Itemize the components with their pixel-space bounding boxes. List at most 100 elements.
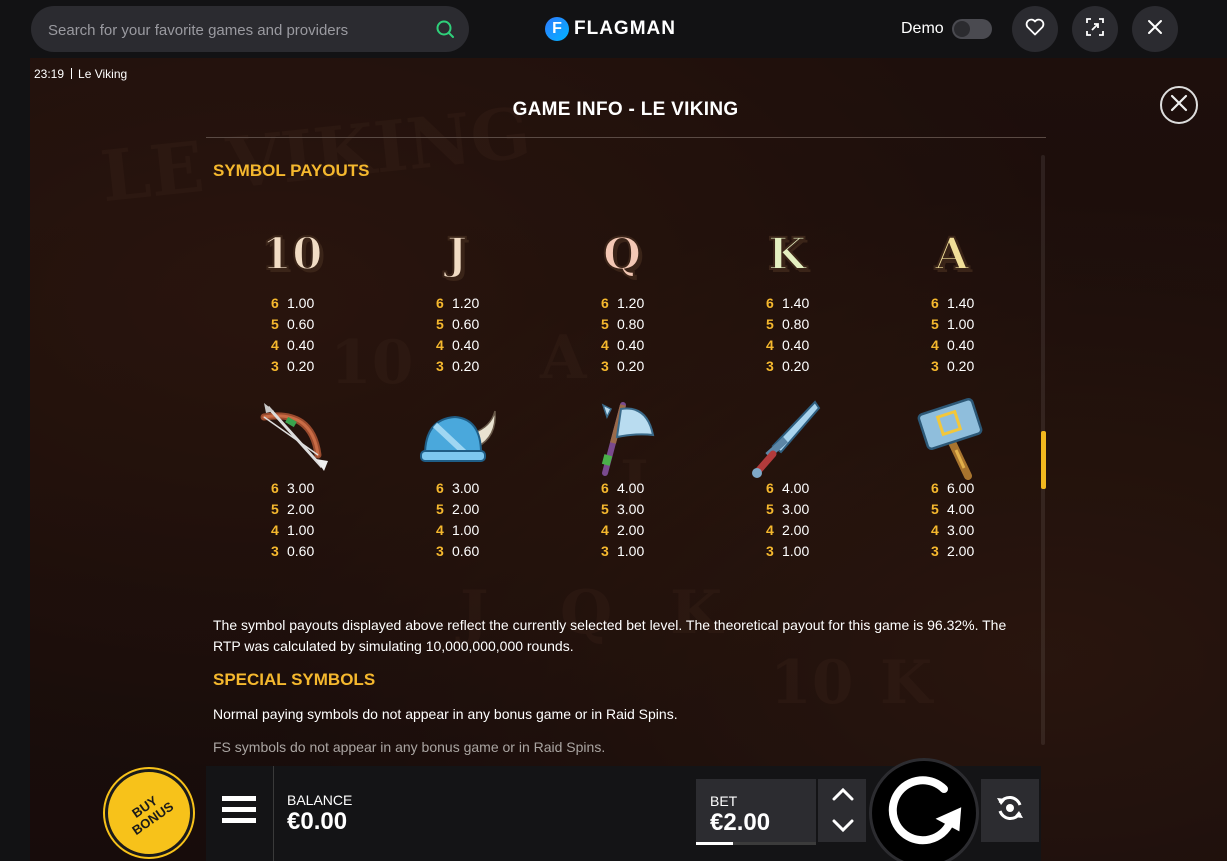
pay-value: 0.40 [452, 337, 480, 353]
pay-count: 3 [271, 543, 279, 559]
pay-row: 5 2.00 [271, 499, 314, 520]
pay-count: 4 [766, 337, 774, 353]
chevron-up-icon[interactable] [832, 787, 854, 806]
balance-value: €0.00 [287, 808, 348, 835]
pay-count: 5 [766, 316, 774, 332]
pay-value: 1.00 [287, 522, 315, 538]
pay-value: 1.20 [452, 295, 480, 311]
pay-row: 6 3.00 [436, 478, 479, 499]
bet-label: BET [710, 793, 738, 809]
bet-display[interactable]: BET €2.00 [696, 779, 816, 842]
pay-value: 0.40 [947, 337, 975, 353]
pay-row: 3 0.20 [766, 356, 809, 377]
pay-row: 3 0.20 [271, 356, 314, 377]
autoplay-button[interactable] [981, 779, 1039, 842]
scrollbar-thumb[interactable] [1041, 431, 1046, 489]
pay-row: 4 1.00 [436, 520, 479, 541]
balance-label: BALANCE [287, 792, 353, 808]
pay-count: 6 [766, 295, 774, 311]
pay-row: 3 0.20 [436, 356, 479, 377]
pay-row: 5 3.00 [601, 499, 644, 520]
paytable: 6 1.20 5 0.80 4 0.40 3 0.20 [601, 293, 644, 377]
pay-row: 5 2.00 [436, 499, 479, 520]
pay-count: 3 [601, 543, 609, 559]
buy-bonus-button[interactable]: BUY BONUS [105, 769, 193, 857]
favorite-button[interactable] [1012, 6, 1058, 52]
card-10-icon: 10 [237, 218, 347, 290]
bet-level-bar [696, 842, 816, 845]
search-input[interactable] [46, 18, 420, 42]
paytable: 6 4.00 5 3.00 4 2.00 3 1.00 [601, 478, 644, 562]
pay-value: 3.00 [947, 522, 975, 538]
pay-row: 6 4.00 [601, 478, 644, 499]
spin-icon [882, 769, 966, 858]
close-info-button[interactable] [1160, 86, 1198, 124]
pay-value: 0.60 [287, 316, 315, 332]
pay-row: 4 1.00 [271, 520, 314, 541]
menu-button[interactable] [222, 796, 256, 829]
pay-value: 3.00 [782, 501, 810, 517]
pay-count: 6 [271, 480, 279, 496]
demo-toggle[interactable] [952, 19, 992, 39]
brand-logo-mark: F [545, 17, 569, 41]
pay-row: 4 0.40 [931, 335, 974, 356]
search-icon[interactable] [435, 19, 455, 44]
pay-row: 4 0.40 [436, 335, 479, 356]
pay-row: 6 6.00 [931, 478, 974, 499]
pay-count: 6 [271, 295, 279, 311]
hamburger-icon [222, 796, 256, 828]
paytable: 6 1.40 5 0.80 4 0.40 3 0.20 [766, 293, 809, 377]
demo-label: Demo [901, 20, 944, 37]
hammer-icon [897, 398, 1007, 480]
search-box[interactable] [31, 6, 469, 52]
fullscreen-button[interactable] [1072, 6, 1118, 52]
pay-count: 3 [436, 543, 444, 559]
pay-count: 5 [436, 501, 444, 517]
chevron-down-icon[interactable] [832, 819, 854, 838]
pay-row: 5 0.80 [766, 314, 809, 335]
pay-row: 3 0.60 [436, 541, 479, 562]
pay-row: 5 0.80 [601, 314, 644, 335]
control-bar: BALANCE €0.00 BET €2.00 [206, 758, 1041, 861]
sword-icon [732, 400, 842, 478]
payout-note: The symbol payouts displayed above refle… [213, 617, 1007, 654]
pay-count: 5 [931, 501, 939, 517]
pay-value: 0.20 [617, 358, 645, 374]
spin-button[interactable] [869, 758, 979, 861]
helmet-icon [402, 403, 512, 475]
bow-icon [237, 403, 347, 475]
bet-stepper[interactable] [818, 779, 866, 842]
pay-count: 6 [436, 295, 444, 311]
status-clock: 23:19 Le Viking [34, 67, 127, 81]
symbol-label: A [934, 228, 970, 281]
pay-row: 5 1.00 [931, 314, 974, 335]
brand-logo[interactable]: F FLAGMAN [545, 17, 676, 41]
pay-value: 1.00 [947, 316, 975, 332]
pay-row: 6 4.00 [766, 478, 809, 499]
pay-count: 3 [766, 358, 774, 374]
close-game-button[interactable] [1132, 6, 1178, 52]
pay-value: 0.40 [287, 337, 315, 353]
symbol-label: K [767, 228, 807, 281]
pay-value: 3.00 [287, 480, 315, 496]
pay-row: 3 1.00 [601, 541, 644, 562]
symbol-payouts-heading: SYMBOL PAYOUTS [213, 161, 370, 180]
pay-row: 4 2.00 [766, 520, 809, 541]
pay-row: 4 0.40 [601, 335, 644, 356]
pay-count: 5 [766, 501, 774, 517]
pay-row: 3 0.20 [931, 356, 974, 377]
pay-row: 6 1.40 [931, 293, 974, 314]
pay-count: 3 [436, 358, 444, 374]
pay-value: 3.00 [617, 501, 645, 517]
bet-value: €2.00 [710, 809, 771, 836]
pay-count: 5 [271, 316, 279, 332]
pay-count: 6 [931, 480, 939, 496]
brand-name: FLAGMAN [574, 18, 676, 39]
pay-value: 1.40 [782, 295, 810, 311]
close-icon [1170, 94, 1188, 117]
expand-icon [1085, 17, 1105, 42]
pay-count: 5 [436, 316, 444, 332]
pay-row: 3 1.00 [766, 541, 809, 562]
pay-count: 6 [601, 480, 609, 496]
close-icon [1147, 19, 1163, 40]
